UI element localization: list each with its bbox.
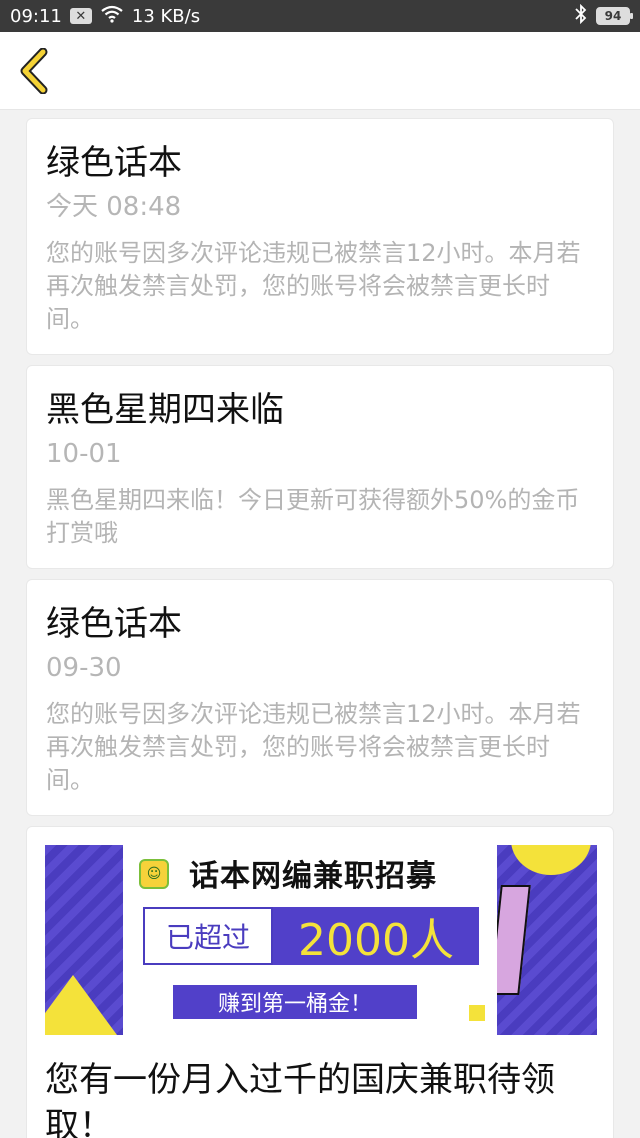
message-title: 黑色星期四来临 <box>46 390 284 430</box>
message-date: 今天 08:48 <box>46 192 182 222</box>
back-button[interactable] <box>10 42 58 100</box>
earn-label: 赚到第一桶金！ <box>173 985 417 1019</box>
status-time: 09:11 <box>10 5 62 27</box>
bluetooth-icon <box>574 3 588 29</box>
header <box>0 32 640 110</box>
message-card[interactable]: 绿色话本 09-30 您的账号因多次评论违规已被禁言12小时。本月若再次触发禁言… <box>26 579 614 816</box>
status-bar: 09:11 ✕ 13 KB/s 94 <box>0 0 640 32</box>
promo-caption: 您有一份月入过千的国庆兼职待领取！ <box>45 1060 555 1138</box>
message-date: 10-01 <box>46 439 122 469</box>
battery-icon: 94 <box>596 7 633 25</box>
message-body: 黑色星期四来临！今日更新可获得额外50%的金币打赏哦 <box>46 486 580 547</box>
chevron-left-icon <box>20 48 48 94</box>
message-body: 您的账号因多次评论违规已被禁言12小时。本月若再次触发禁言处罚，您的账号将会被禁… <box>46 239 581 333</box>
message-card[interactable]: 绿色话本 今天 08:48 您的账号因多次评论违规已被禁言12小时。本月若再次触… <box>26 118 614 355</box>
notification-icon: ✕ <box>69 8 92 24</box>
promo-card[interactable]: ☺ 话本网编兼职招募 已超过 2000人 赚到第一桶金！ 您有一份月入过千的国庆… <box>26 826 614 1138</box>
exceed-label: 已超过 <box>143 907 273 965</box>
banner-panel: ☺ 话本网编兼职招募 已超过 2000人 赚到第一桶金！ <box>123 845 497 1035</box>
promo-banner[interactable]: ☺ 话本网编兼职招募 已超过 2000人 赚到第一桶金！ <box>45 845 597 1035</box>
message-list: 绿色话本 今天 08:48 您的账号因多次评论违规已被禁言12小时。本月若再次触… <box>26 118 614 1138</box>
decor-circle <box>511 845 591 875</box>
wifi-icon <box>100 5 124 28</box>
decor-square <box>469 1005 485 1021</box>
message-body: 您的账号因多次评论违规已被禁言12小时。本月若再次触发禁言处罚，您的账号将会被禁… <box>46 700 581 794</box>
network-speed: 13 KB/s <box>131 5 201 27</box>
banner-title: 话本网编兼职招募 <box>189 859 437 894</box>
message-card[interactable]: 黑色星期四来临 10-01 黑色星期四来临！今日更新可获得额外50%的金币打赏哦 <box>26 365 614 569</box>
count-label: 2000人 <box>273 907 479 966</box>
message-date: 09-30 <box>46 653 122 683</box>
app-logo-icon: ☺ <box>139 859 169 889</box>
message-title: 绿色话本 <box>46 604 182 644</box>
decor-triangle <box>45 975 117 1035</box>
message-title: 绿色话本 <box>46 143 182 183</box>
